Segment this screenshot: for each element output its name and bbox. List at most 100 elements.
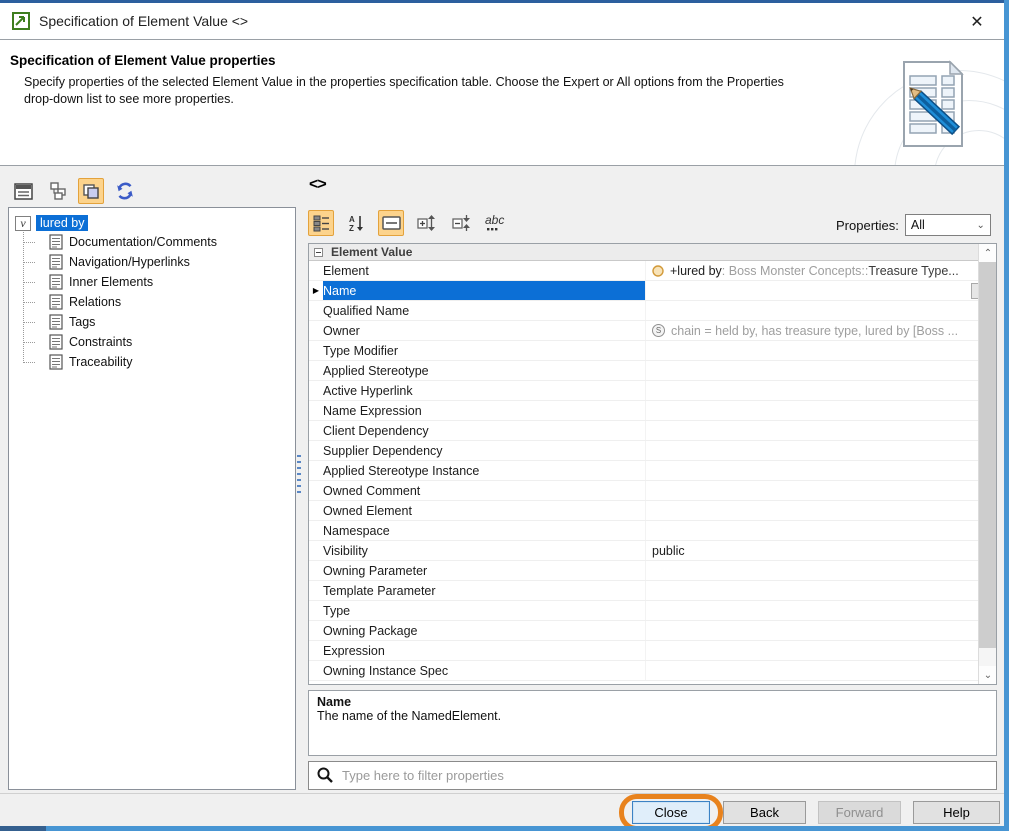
tree-view-icon[interactable] (44, 178, 70, 204)
property-row-qualified-name[interactable]: Qualified Name (309, 301, 996, 321)
show-description-icon[interactable] (378, 210, 404, 236)
tree-item-label: Traceability (69, 355, 132, 369)
property-row-name-expression[interactable]: Name Expression (309, 401, 996, 421)
categorized-view-icon[interactable] (308, 210, 334, 236)
document-pencil-icon (898, 54, 976, 159)
property-name: Owned Comment (323, 481, 645, 500)
property-description-panel: Name The name of the NamedElement. (308, 690, 997, 756)
element-value-icon: v (15, 216, 31, 231)
property-name: Applied Stereotype (323, 361, 645, 380)
row-gutter (309, 341, 323, 360)
row-gutter (309, 261, 323, 280)
property-value (645, 521, 996, 540)
tree-connector (23, 302, 35, 303)
scrollbar-thumb[interactable] (979, 262, 997, 648)
property-row-template-parameter[interactable]: Template Parameter (309, 581, 996, 601)
tree-item-label: Documentation/Comments (69, 235, 217, 249)
collapse-group-icon[interactable] (314, 248, 323, 257)
back-button[interactable]: Back (723, 801, 806, 824)
window-border-top (0, 0, 1009, 3)
window-border-bottom (0, 826, 1009, 831)
close-button[interactable]: Close (632, 801, 710, 824)
property-row-type[interactable]: Type (309, 601, 996, 621)
window-border-corner (0, 826, 46, 831)
property-name: Supplier Dependency (323, 441, 645, 460)
property-value (645, 641, 996, 660)
property-row-name[interactable]: ▶Name... (309, 281, 996, 301)
compare-view-icon[interactable] (78, 178, 104, 204)
property-name: Owning Parameter (323, 561, 645, 580)
panel-splitter-handle[interactable] (297, 455, 301, 493)
property-row-element[interactable]: Element+lured by : Boss Monster Concepts… (309, 261, 996, 281)
row-gutter (309, 421, 323, 440)
property-row-owned-comment[interactable]: Owned Comment (309, 481, 996, 501)
navigation-tree-panel: v lured by Documentation/Comments Navigat… (8, 207, 296, 790)
tree-item-label: Relations (69, 295, 121, 309)
close-icon[interactable]: ✕ (964, 9, 990, 35)
property-row-owning-package[interactable]: Owning Package (309, 621, 996, 641)
property-row-type-modifier[interactable]: Type Modifier (309, 341, 996, 361)
property-row-owner[interactable]: OwnerSchain = held by, has treasure type… (309, 321, 996, 341)
row-gutter (309, 381, 323, 400)
property-row-applied-stereotype[interactable]: Applied Stereotype (309, 361, 996, 381)
table-view-icon[interactable] (10, 178, 36, 204)
tree-item-traceability[interactable]: Traceability (23, 352, 295, 372)
property-row-applied-stereotype-instance[interactable]: Applied Stereotype Instance (309, 461, 996, 481)
property-row-owned-element[interactable]: Owned Element (309, 501, 996, 521)
property-value: Schain = held by, has treasure type, lur… (645, 321, 996, 340)
property-name: Owned Element (323, 501, 645, 520)
tree-item-tags[interactable]: Tags (23, 312, 295, 332)
tree-connector (23, 262, 35, 263)
tree-toolbar (10, 178, 138, 204)
property-row-client-dependency[interactable]: Client Dependency (309, 421, 996, 441)
property-row-expression[interactable]: Expression (309, 641, 996, 661)
tree-item-relations[interactable]: Relations (23, 292, 295, 312)
property-name: Namespace (323, 521, 645, 540)
tree-item-inner-elements[interactable]: Inner Elements (23, 272, 295, 292)
vertical-scrollbar[interactable]: ⌃ ⌄ (978, 244, 996, 684)
property-row-owning-instance-spec[interactable]: Owning Instance Spec (309, 661, 996, 681)
scroll-up-icon[interactable]: ⌃ (979, 244, 997, 262)
row-gutter (309, 541, 323, 560)
property-value (645, 341, 996, 360)
property-row-owning-parameter[interactable]: Owning Parameter (309, 561, 996, 581)
sort-alphabetically-icon[interactable]: AZ (343, 210, 369, 236)
properties-filter-label: Properties: (836, 218, 899, 233)
property-row-active-hyperlink[interactable]: Active Hyperlink (309, 381, 996, 401)
property-name: Template Parameter (323, 581, 645, 600)
refresh-icon[interactable] (112, 178, 138, 204)
property-value (645, 481, 996, 500)
filter-properties-input[interactable]: Type here to filter properties (308, 761, 997, 790)
tree-item-constraints[interactable]: Constraints (23, 332, 295, 352)
help-button[interactable]: Help (913, 801, 1000, 824)
row-gutter (309, 301, 323, 320)
property-row-supplier-dependency[interactable]: Supplier Dependency (309, 441, 996, 461)
forward-button: Forward (818, 801, 901, 824)
tree-root-item[interactable]: v lured by (15, 214, 295, 232)
property-row-namespace[interactable]: Namespace (309, 521, 996, 541)
tree-item-documentation-comments[interactable]: Documentation/Comments (23, 232, 295, 252)
properties-mode-select[interactable]: All ⌄ (905, 214, 991, 236)
row-gutter (309, 521, 323, 540)
dialog-footer: Close Back Forward Help (0, 793, 1004, 826)
tree-item-label: Inner Elements (69, 275, 153, 289)
property-row-visibility[interactable]: Visibilitypublic (309, 541, 996, 561)
filter-placeholder: Type here to filter properties (342, 768, 504, 783)
row-gutter (309, 321, 323, 340)
app-specification-icon (12, 12, 30, 30)
window-title: Specification of Element Value <> (39, 13, 248, 29)
tree-item-navigation-hyperlinks[interactable]: Navigation/Hyperlinks (23, 252, 295, 272)
collapse-nodes-icon[interactable] (448, 210, 474, 236)
document-icon (49, 314, 63, 330)
property-group-header[interactable]: Element Value (309, 244, 996, 261)
scroll-down-icon[interactable]: ⌄ (979, 666, 997, 684)
property-value: public (645, 541, 996, 560)
property-name: Element (323, 261, 645, 280)
row-gutter (309, 461, 323, 480)
customize-abc-icon[interactable]: abc (483, 210, 509, 236)
document-icon (49, 354, 63, 370)
row-gutter (309, 661, 323, 680)
expand-nodes-icon[interactable] (413, 210, 439, 236)
property-name: Applied Stereotype Instance (323, 461, 645, 480)
property-name: Name Expression (323, 401, 645, 420)
